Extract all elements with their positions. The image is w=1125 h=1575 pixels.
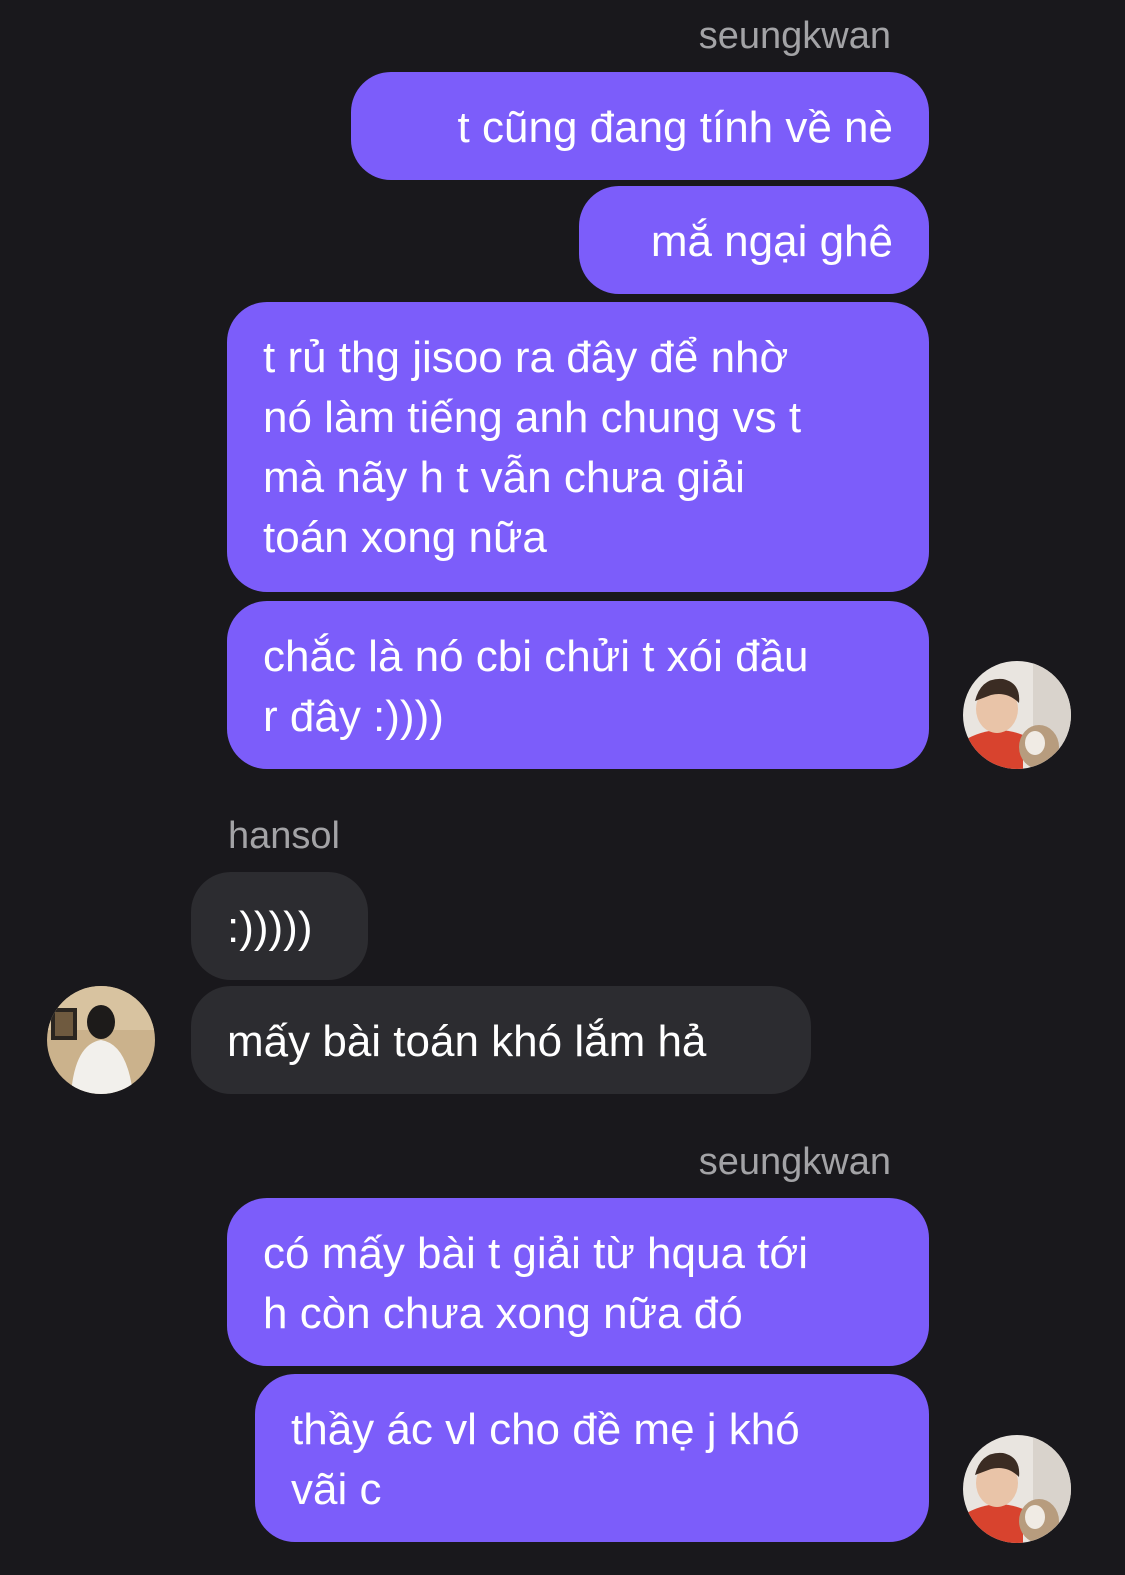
- profile-photo-icon: [963, 661, 1071, 769]
- message-bubble[interactable]: thầy ác vl cho đề mẹ j khó vãi c: [255, 1374, 929, 1542]
- message-bubble[interactable]: t rủ thg jisoo ra đây để nhờ nó làm tiến…: [227, 302, 929, 592]
- message-text: t rủ thg jisoo ra đây để nhờ nó làm tiến…: [263, 333, 802, 562]
- message-text: :))))): [227, 903, 313, 952]
- seungkwan-avatar[interactable]: [963, 661, 1071, 769]
- sender-name-seungkwan: seungkwan: [698, 1141, 891, 1183]
- message-bubble[interactable]: :))))): [191, 872, 368, 980]
- message-text: mắ ngại ghê: [650, 217, 893, 266]
- message-bubble[interactable]: t cũng đang tính về nè: [351, 72, 929, 180]
- hansol-avatar[interactable]: [47, 986, 155, 1094]
- message-bubble[interactable]: mắ ngại ghê: [579, 186, 929, 294]
- message-text: chắc là nó cbi chửi t xói đầu r đây :)))…: [263, 632, 809, 741]
- sender-name-hansol: hansol: [228, 815, 340, 857]
- message-bubble[interactable]: chắc là nó cbi chửi t xói đầu r đây :)))…: [227, 601, 929, 769]
- message-text: t cũng đang tính về nè: [457, 103, 893, 152]
- message-text: thầy ác vl cho đề mẹ j khó vãi c: [291, 1405, 800, 1514]
- message-text: có mấy bài t giải từ hqua tới h còn chưa…: [263, 1229, 809, 1338]
- message-bubble[interactable]: có mấy bài t giải từ hqua tới h còn chưa…: [227, 1198, 929, 1366]
- sender-name-seungkwan: seungkwan: [698, 15, 891, 57]
- profile-photo-icon: [963, 1435, 1071, 1543]
- profile-photo-icon: [47, 986, 155, 1094]
- seungkwan-avatar[interactable]: [963, 1435, 1071, 1543]
- message-text: mấy bài toán khó lắm hả: [227, 1017, 707, 1066]
- message-bubble[interactable]: mấy bài toán khó lắm hả: [191, 986, 811, 1094]
